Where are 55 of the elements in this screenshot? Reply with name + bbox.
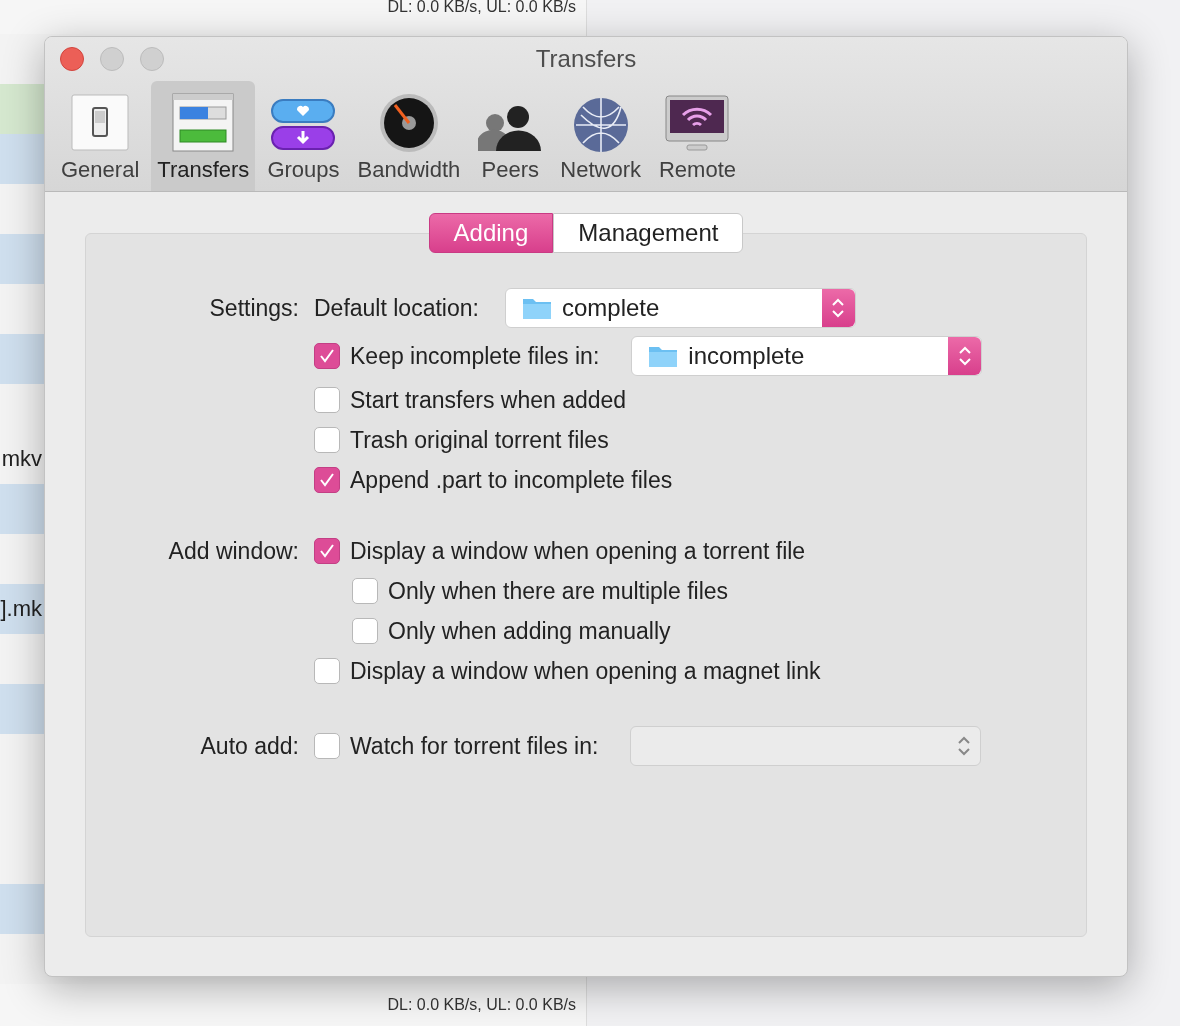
folder-popup[interactable]: incomplete <box>631 336 983 376</box>
checkbox-label: Display a window when opening a magnet link <box>350 657 821 685</box>
section-label: Auto add: <box>199 732 299 761</box>
checkbox-label: Keep incomplete files in: <box>350 342 600 370</box>
checkbox-label: Start transfers when added <box>350 386 627 414</box>
checkbox[interactable] <box>352 578 378 604</box>
checkmark-icon <box>318 471 336 489</box>
file-name: mkv <box>1 446 42 472</box>
toolbar-tab[interactable]: Transfers <box>151 81 256 191</box>
window-title: Transfers <box>535 45 637 73</box>
checkbox[interactable] <box>314 427 340 453</box>
checkbox-label: Only when there are multiple files <box>388 577 729 605</box>
minimize-button[interactable] <box>100 47 124 71</box>
file-name: ].mk <box>0 596 42 622</box>
checkbox-label: Append .part to incomplete files <box>350 466 673 494</box>
zoom-button[interactable] <box>140 47 164 71</box>
stepper-icon <box>821 289 855 327</box>
window-bars-icon <box>172 93 235 153</box>
checkbox[interactable] <box>314 538 340 564</box>
checkmark-icon <box>318 542 336 560</box>
checkbox[interactable] <box>352 618 378 644</box>
checkbox[interactable] <box>314 343 340 369</box>
checkbox[interactable] <box>314 733 340 759</box>
checkbox[interactable] <box>314 467 340 493</box>
stepper-icon <box>948 337 982 375</box>
folder-icon <box>648 344 679 368</box>
monitor-wifi-icon <box>665 95 730 153</box>
status-text: DL: 0.0 KB/s, UL: 0.0 KB/s <box>387 995 577 1015</box>
segment-tab[interactable]: Management <box>553 213 744 253</box>
checkbox-label: Watch for torrent files in: <box>350 732 599 760</box>
gauge-icon <box>378 93 439 153</box>
toolbar-tab[interactable]: Bandwidth <box>351 81 467 191</box>
toolbar-tab[interactable]: Groups <box>261 81 346 191</box>
heart-download-icon <box>270 97 337 153</box>
toolbar-tab[interactable]: General <box>55 81 146 191</box>
checkbox-label: Only when adding manually <box>388 617 671 645</box>
field-label: Default location: <box>314 294 479 322</box>
toolbar-tab[interactable]: Remote <box>652 81 742 191</box>
close-button[interactable] <box>60 47 84 71</box>
folder-popup[interactable]: complete <box>504 288 856 328</box>
globe-icon <box>572 97 629 153</box>
checkbox[interactable] <box>314 658 340 684</box>
checkmark-icon <box>318 347 336 365</box>
status-text: DL: 0.0 KB/s, UL: 0.0 KB/s <box>387 0 577 17</box>
section-label: Add window: <box>167 537 299 566</box>
section-label: Settings: <box>208 294 299 323</box>
checkbox-label: Display a window when opening a torrent file <box>350 537 806 565</box>
people-icon <box>478 105 543 153</box>
toolbar-tab[interactable]: Peers <box>472 81 549 191</box>
folder-icon <box>521 296 552 320</box>
checkbox[interactable] <box>314 387 340 413</box>
segment-tab[interactable]: Adding <box>428 213 554 253</box>
toolbar-tab[interactable]: Network <box>554 81 647 191</box>
switch-icon <box>71 93 130 153</box>
checkbox-label: Trash original torrent files <box>350 426 609 454</box>
